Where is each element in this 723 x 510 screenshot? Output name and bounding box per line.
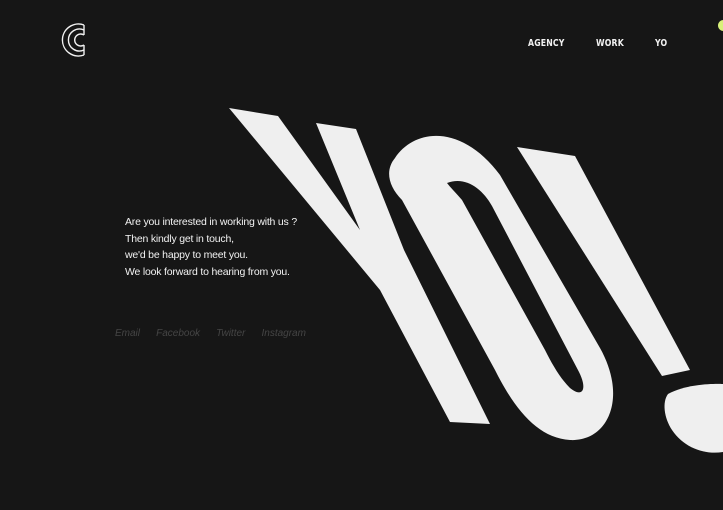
social-link-instagram[interactable]: Instagram — [261, 327, 305, 341]
message-line: We look forward to hearing from you. — [125, 265, 290, 278]
nav-yo[interactable]: YO — [655, 37, 667, 51]
social-link-twitter[interactable]: Twitter — [216, 327, 245, 341]
message-line: Are you interested in working with us ? — [125, 216, 297, 228]
hero-exclamation-bar — [517, 147, 690, 376]
nav-agency[interactable]: AGENCY — [528, 37, 565, 51]
message-line: Then kindly get in touch, — [125, 232, 234, 245]
hero-letter-o — [389, 135, 614, 441]
main-nav: AGENCY WORK YO — [0, 37, 723, 51]
message-line: we'd be happy to meet you. — [125, 249, 248, 261]
hero-exclamation-dot — [664, 383, 723, 453]
social-link-facebook[interactable]: Facebook — [156, 327, 200, 341]
social-links: Email Facebook Twitter Instagram — [115, 321, 317, 339]
nav-work[interactable]: WORK — [596, 37, 624, 51]
contact-message: Are you interested in working with us ? … — [125, 214, 345, 280]
menu-toggle-dot[interactable] — [718, 20, 723, 31]
footer-faint-text — [620, 504, 723, 510]
social-link-email[interactable]: Email — [115, 327, 140, 341]
hero-yo-graphic — [229, 108, 723, 453]
